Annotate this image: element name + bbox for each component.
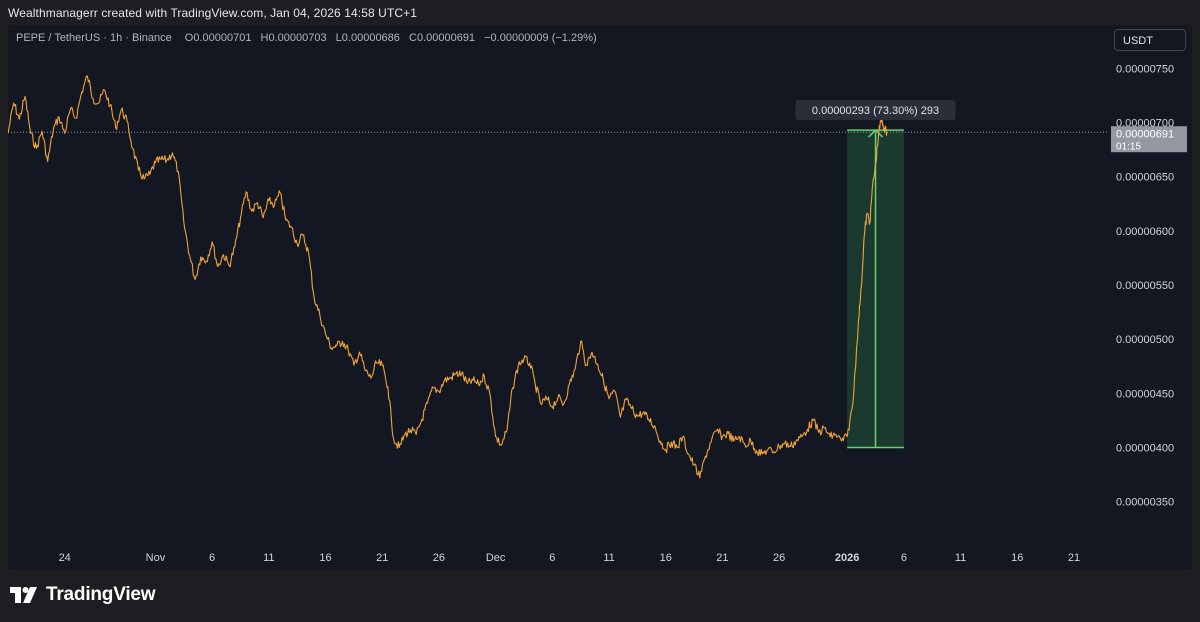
y-tick-label: 0.00000550 <box>1116 280 1174 292</box>
measure-label: 0.00000293 (73.30%) 293 <box>795 100 956 121</box>
x-tick-label: 26 <box>433 552 445 564</box>
tradingview-brand[interactable]: TradingView <box>10 584 156 606</box>
price-line-series <box>8 75 888 479</box>
tradingview-logo-icon <box>10 587 37 603</box>
ohlc-legend: PEPE / TetherUS · 1h · Binance O0.000007… <box>16 32 603 44</box>
measure-label-text: 0.00000293 (73.30%) 293 <box>812 105 939 117</box>
x-tick-label: 11 <box>955 552 966 564</box>
currency-button[interactable]: USDT <box>1114 29 1186 51</box>
y-tick-label: 0.00000600 <box>1116 226 1174 238</box>
high-value: 0.00000703 <box>268 32 327 44</box>
price-chart[interactable]: 0.000007500.000007000.000006500.00000600… <box>8 25 1192 570</box>
countdown-value: 01:15 <box>1116 141 1141 152</box>
y-tick-label: 0.00000750 <box>1116 63 1174 75</box>
x-tick-label: 6 <box>549 552 555 564</box>
x-tick-label: 26 <box>773 552 785 564</box>
close-value: 0.00000691 <box>416 32 476 44</box>
x-tick-label: 6 <box>209 552 215 564</box>
symbol-label[interactable]: PEPE / TetherUS · 1h · Binance <box>16 32 172 44</box>
open-value: 0.00000701 <box>193 32 252 44</box>
x-tick-label: 24 <box>59 552 71 564</box>
low-value: 0.00000686 <box>341 32 400 44</box>
x-tick-label: 2026 <box>835 552 859 564</box>
x-tick-label: 16 <box>660 552 672 564</box>
x-tick-label: 6 <box>901 552 907 564</box>
y-tick-label: 0.00000400 <box>1116 443 1174 455</box>
x-tick-label: 21 <box>376 552 388 564</box>
last-price-value: 0.00000691 <box>1116 128 1174 140</box>
chart-pane[interactable]: 0.00000750 0.00000700 0.00000650 0.00000600… <box>8 25 1192 570</box>
change-value: −0.00000009 (−1.29%) <box>484 32 597 44</box>
brand-name: TradingView <box>46 584 156 605</box>
x-tick-label: Nov <box>146 552 166 564</box>
chart-caption: Wealthmanagerr created with TradingView.… <box>8 6 418 20</box>
x-tick-label: 16 <box>319 552 331 564</box>
y-tick-label: 0.00000350 <box>1116 497 1174 509</box>
x-tick-label: 11 <box>263 552 274 564</box>
y-tick-label: 0.00000650 <box>1116 172 1174 184</box>
x-tick-label: 21 <box>716 552 728 564</box>
low-label: L <box>335 32 342 44</box>
close-label: C <box>408 32 417 44</box>
y-tick-label: 0.00000450 <box>1116 388 1174 400</box>
x-tick-label: 16 <box>1011 552 1023 564</box>
x-tick-label: 21 <box>1068 552 1080 564</box>
y-tick-label: 0.00000500 <box>1116 334 1174 346</box>
x-tick-label: Dec <box>486 552 506 564</box>
x-tick-label: 11 <box>603 552 614 564</box>
